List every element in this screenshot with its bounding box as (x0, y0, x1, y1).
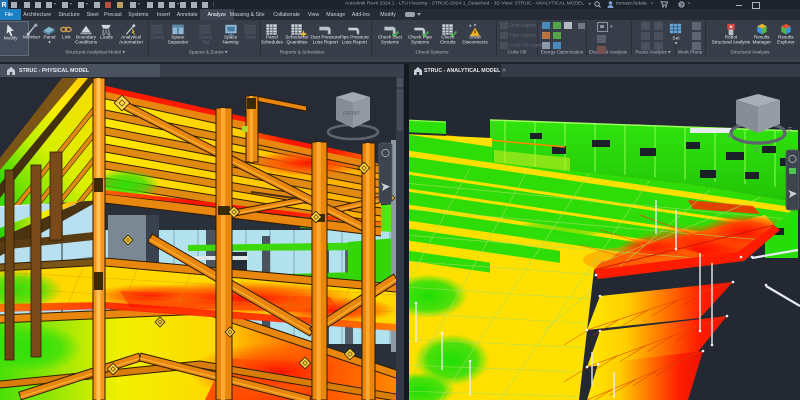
svg-text:S: S (754, 147, 759, 154)
svg-text:FRONT: FRONT (343, 111, 360, 117)
svg-text:R: R (1, 2, 6, 9)
svg-text:W: W (727, 133, 734, 140)
svg-text:E: E (788, 127, 793, 134)
